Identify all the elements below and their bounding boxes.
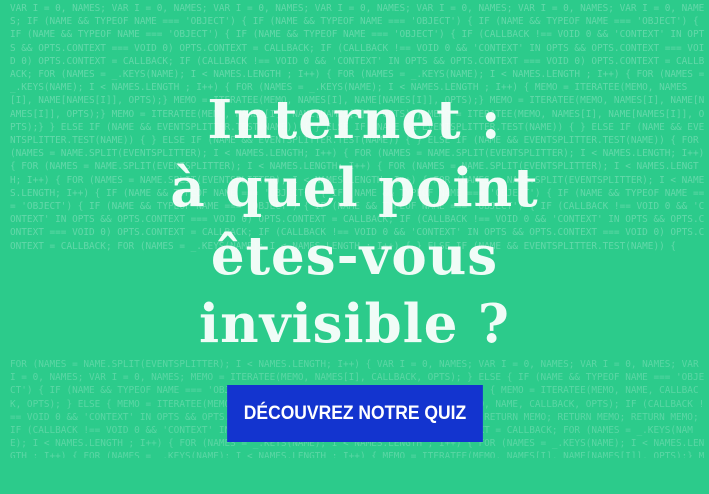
discover-quiz-button[interactable]: DÉCOUVREZ NOTRE QUIZ bbox=[227, 385, 483, 442]
headline-line-3: êtes-vous bbox=[210, 225, 499, 287]
headline-line-2: à quel point bbox=[170, 157, 539, 219]
banner-headline: Internet : à quel point êtes-vous invisi… bbox=[0, 86, 709, 358]
headline-line-1: Internet : bbox=[207, 89, 502, 151]
quiz-banner: VAR I = 0, NAMES; VAR I = 0, NAMES; VAR … bbox=[0, 0, 709, 494]
headline-line-4: invisible ? bbox=[199, 293, 510, 355]
